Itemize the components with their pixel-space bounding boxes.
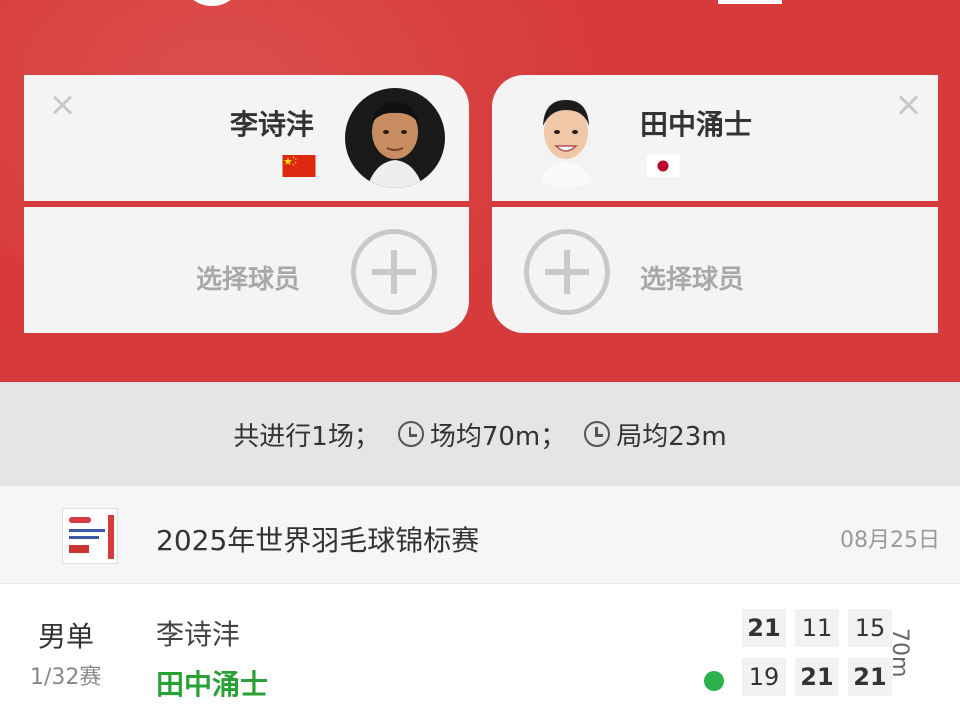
- left-player-slot[interactable]: 李诗沣: [24, 75, 469, 201]
- right-add-player-plus-icon[interactable]: [524, 229, 610, 315]
- right-player-name: 田中涌士: [640, 108, 753, 141]
- score-p1-game1: 21: [742, 609, 786, 647]
- right-add-player-label: 选择球员: [640, 265, 745, 295]
- tournament-logo-icon: [62, 508, 118, 564]
- left-player-card: 李诗沣 选择球员: [24, 75, 469, 333]
- remove-left-player-close-icon[interactable]: [50, 93, 74, 117]
- match-duration: 70m: [887, 628, 912, 678]
- left-add-player-slot[interactable]: 选择球员: [24, 207, 469, 333]
- right-player-avatar[interactable]: [516, 88, 616, 188]
- score-p1-game3: 15: [848, 609, 892, 647]
- score-p2-game3: 21: [848, 658, 892, 696]
- tournament-date: 08月25日: [840, 528, 940, 553]
- header-panel: 李诗沣 选择球员 田中涌士 选择球员: [0, 0, 960, 382]
- right-player-slot[interactable]: 田中涌士: [492, 75, 938, 201]
- left-player-name: 李诗沣: [230, 108, 315, 141]
- clock-icon: [584, 421, 611, 447]
- match-round: 1/32赛: [30, 665, 102, 690]
- right-player-card: 田中涌士 选择球员: [492, 75, 938, 333]
- left-add-player-label: 选择球员: [196, 265, 301, 295]
- total-matches-text: 共进行1场；: [233, 421, 380, 452]
- tournament-row[interactable]: 2025年世界羽毛球锦标赛 08月25日: [0, 486, 960, 584]
- remove-right-player-close-icon[interactable]: [896, 93, 920, 117]
- left-player-avatar[interactable]: [345, 88, 445, 188]
- right-add-player-slot[interactable]: 选择球员: [492, 207, 938, 333]
- match-player2-name: 田中涌士: [156, 668, 269, 701]
- winner-indicator-dot: [704, 671, 724, 691]
- tournament-name: 2025年世界羽毛球锦标赛: [156, 524, 480, 557]
- score-p2-game1: 19: [742, 658, 786, 696]
- h2h-stats-bar: 共进行1场； 场均70m； 局均23m: [0, 382, 960, 486]
- left-add-player-plus-icon[interactable]: [351, 229, 437, 315]
- event-type: 男单: [38, 620, 95, 653]
- match-player1-name: 李诗沣: [156, 618, 241, 651]
- clock-icon: [397, 421, 424, 447]
- avg-match-duration-text: 场均70m；: [429, 421, 567, 452]
- japan-flag-icon: [646, 155, 680, 177]
- china-flag-icon: [282, 155, 316, 177]
- match-result-row[interactable]: 男单 1/32赛 李诗沣 田中涌士 21 11 15 19 21 21 70m: [0, 585, 960, 720]
- score-p1-game2: 11: [795, 609, 839, 647]
- score-p2-game2: 21: [795, 658, 839, 696]
- top-badge-right: [718, 0, 782, 4]
- avg-game-duration-text: 局均23m: [616, 421, 727, 452]
